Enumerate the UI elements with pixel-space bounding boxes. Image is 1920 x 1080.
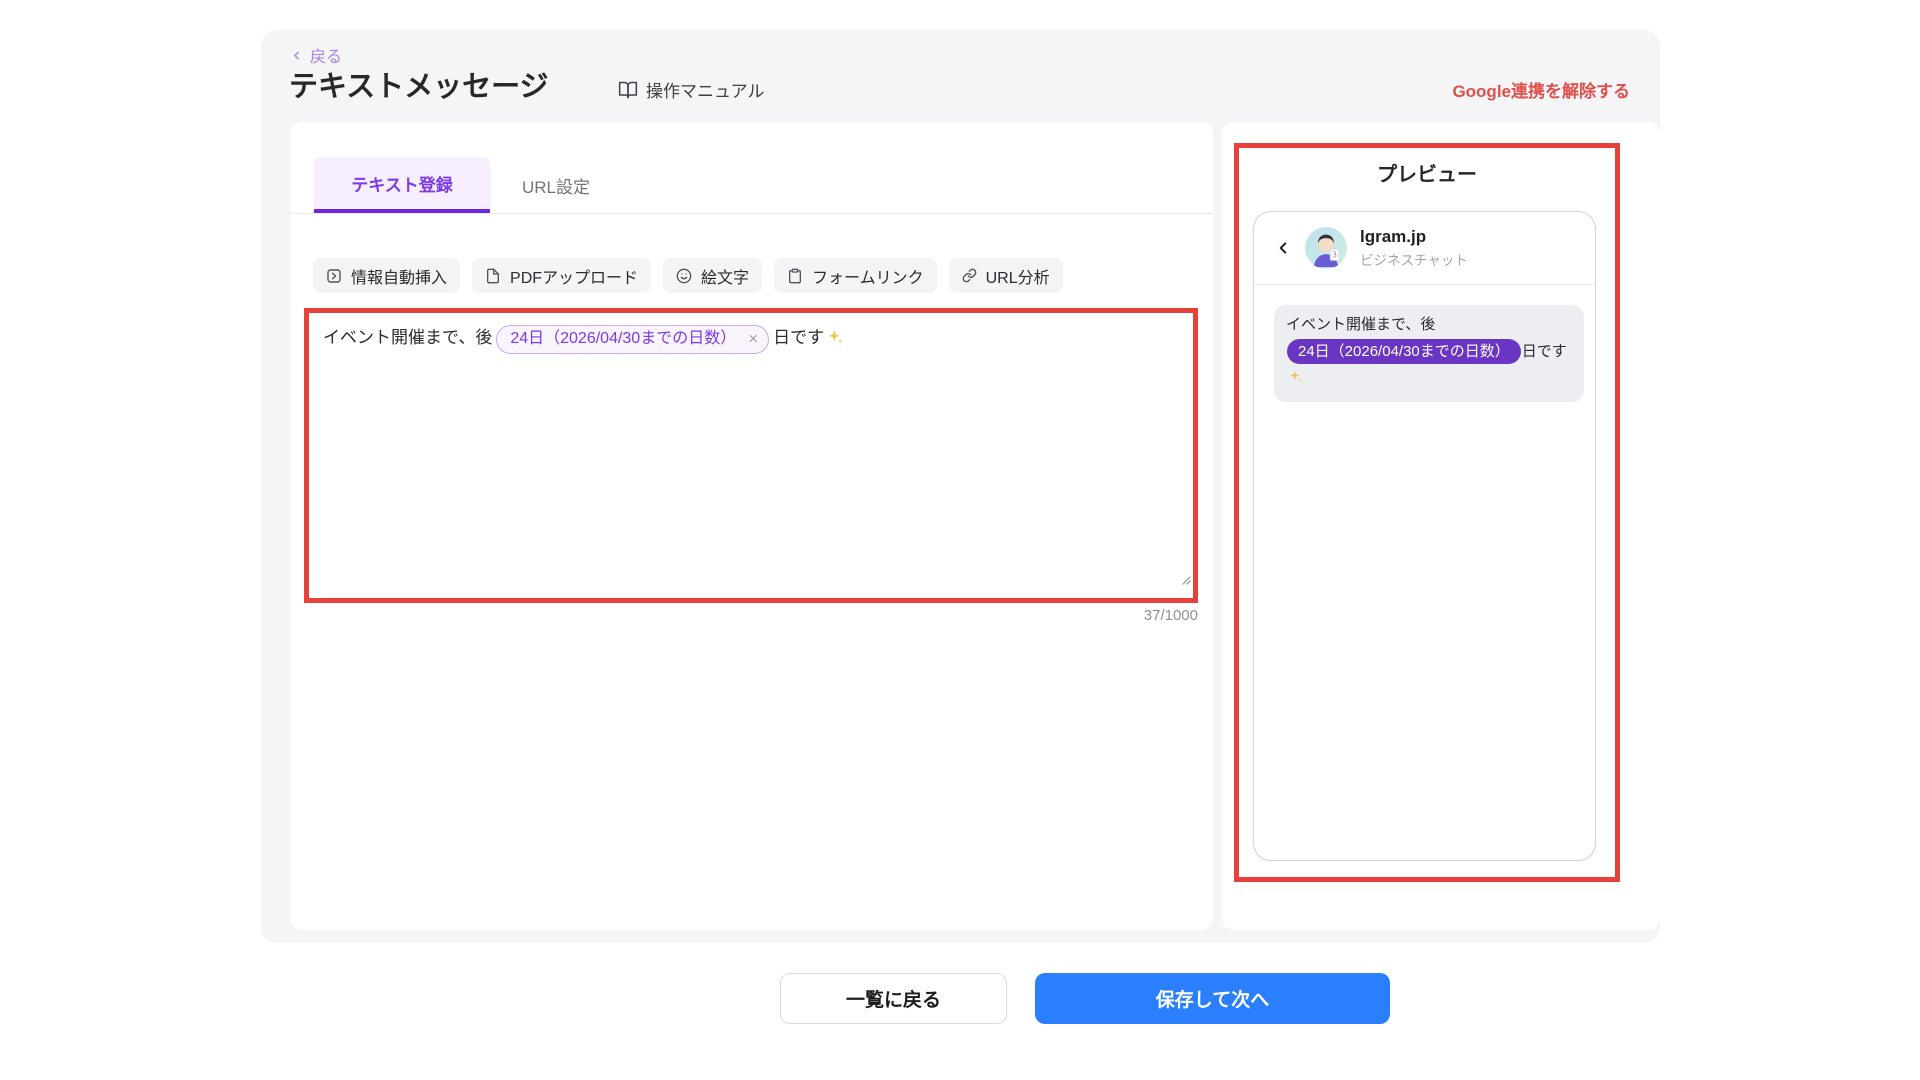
pdf-upload-button[interactable]: PDFアップロード — [472, 258, 652, 293]
pdf-upload-icon — [485, 268, 501, 284]
chat-header: 3 lgram.jp ビジネスチャット — [1254, 212, 1595, 285]
save-and-next-button[interactable]: 保存して次へ — [1035, 973, 1390, 1024]
bubble-text-before: イベント開催まで、後 — [1286, 316, 1436, 333]
avatar: 3 — [1305, 227, 1347, 269]
message-text-after: 日です — [773, 328, 825, 347]
page-title: テキストメッセージ — [289, 71, 549, 103]
auto-insert-icon — [326, 268, 342, 284]
form-link-icon — [787, 268, 803, 284]
chat-message-bubble: イベント開催まで、後 24日（2026/04/30までの日数） 日です — [1274, 305, 1584, 402]
manual-link-label: 操作マニュアル — [646, 82, 765, 101]
sparkle-icon — [826, 326, 844, 357]
chevron-left-icon — [290, 49, 303, 62]
bubble-sparkle-icon — [1288, 369, 1303, 392]
message-textarea[interactable]: イベント開催まで、後 24日（2026/04/30までの日数） × 日です — [304, 308, 1198, 603]
back-to-list-button[interactable]: 一覧に戻る — [780, 973, 1007, 1024]
char-count: 37/1000 — [1143, 607, 1198, 624]
form-link-button[interactable]: フォームリンク — [774, 258, 937, 293]
url-analysis-button[interactable]: URL分析 — [948, 258, 1063, 293]
url-analysis-icon — [962, 268, 977, 283]
editor-toolbar: 情報自動挿入 PDFアップロード 絵文字 フォームリンク URL分析 — [313, 258, 1213, 293]
tab-text-register[interactable]: テキスト登録 — [314, 157, 490, 213]
svg-text:3: 3 — [1332, 251, 1337, 260]
chat-identity: lgram.jp ビジネスチャット — [1360, 227, 1468, 269]
book-icon — [618, 80, 638, 100]
tab-bar: テキスト登録 URL設定 — [290, 122, 1213, 214]
preview-annotation-box: プレビュー 3 lgram.jp ビジネスチャット イベント開催まで、後 24日… — [1234, 143, 1620, 882]
message-text-before: イベント開催まで、後 — [323, 328, 493, 347]
auto-insert-label: 情報自動挿入 — [351, 269, 448, 287]
chat-account-subtitle: ビジネスチャット — [1360, 253, 1468, 268]
chat-back-chevron-icon — [1274, 239, 1292, 257]
emoji-label: 絵文字 — [701, 269, 750, 287]
bubble-text-after: 日です — [1521, 342, 1567, 360]
variable-chip[interactable]: 24日（2026/04/30までの日数） × — [496, 325, 770, 354]
emoji-button[interactable]: 絵文字 — [663, 258, 763, 293]
page: 戻る テキストメッセージ 操作マニュアル Google連携を解除する テキスト登… — [0, 0, 1920, 1080]
google-unlink-link[interactable]: Google連携を解除する — [1452, 77, 1630, 102]
tab-url-settings[interactable]: URL設定 — [490, 157, 622, 213]
form-link-label: フォームリンク — [812, 269, 924, 287]
pdf-upload-label: PDFアップロード — [510, 269, 639, 287]
variable-chip-label: 24日（2026/04/30までの日数） — [510, 330, 737, 347]
emoji-icon — [676, 268, 692, 284]
content-card: 戻る テキストメッセージ 操作マニュアル Google連携を解除する テキスト登… — [261, 30, 1660, 943]
preview-title: プレビュー — [1377, 164, 1477, 186]
bubble-variable-pill: 24日（2026/04/30までの日数） — [1287, 338, 1521, 364]
auto-insert-button[interactable]: 情報自動挿入 — [313, 258, 461, 293]
url-analysis-label: URL分析 — [985, 269, 1050, 287]
chat-account-name: lgram.jp — [1360, 227, 1427, 246]
chip-close-icon[interactable]: × — [748, 330, 758, 347]
chat-preview-frame: 3 lgram.jp ビジネスチャット イベント開催まで、後 24日（2026/… — [1253, 211, 1596, 861]
manual-link[interactable]: 操作マニュアル — [618, 77, 765, 102]
resize-handle[interactable] — [1179, 565, 1191, 596]
